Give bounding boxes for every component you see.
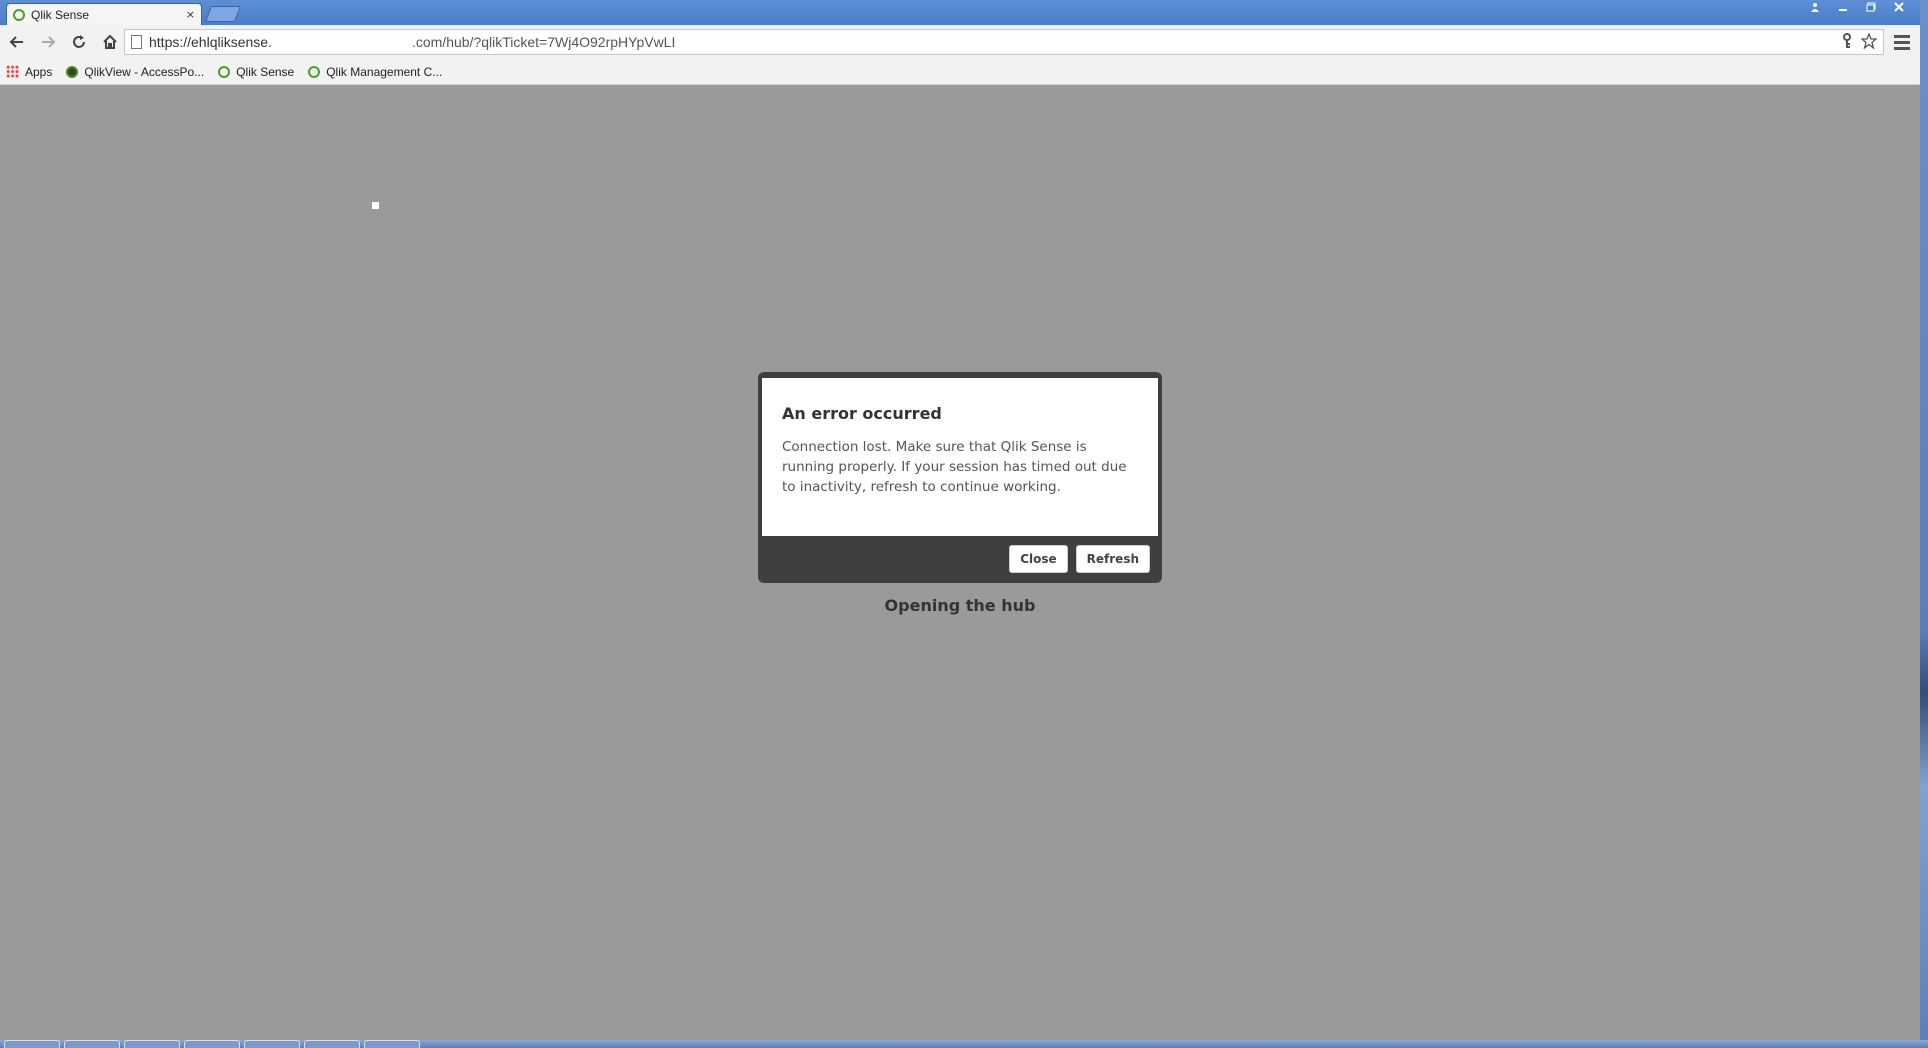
qlikview-icon: [66, 65, 79, 78]
error-dialog-footer: Close Refresh: [762, 536, 1158, 581]
qlik-icon: [308, 65, 321, 78]
forward-button[interactable]: [34, 28, 62, 56]
bookmark-qlikview[interactable]: QlikView - AccessPo...: [66, 65, 204, 79]
home-icon: [103, 34, 117, 49]
window-controls: [1802, 1, 1912, 17]
apps-grid-icon: [6, 65, 19, 78]
url-path: .com/hub/?qlikTicket=7Wj4O92rpHYpVwLI: [411, 34, 676, 50]
taskbar-item[interactable]: [4, 1040, 60, 1048]
forward-arrow-icon: [42, 36, 56, 48]
bookmark-star-icon[interactable]: [1860, 32, 1878, 53]
error-dialog-message: Connection lost. Make sure that Qlik Sen…: [782, 439, 1127, 495]
back-arrow-icon: [9, 36, 23, 48]
page-icon: [131, 35, 142, 49]
key-icon[interactable]: [1841, 33, 1853, 53]
loading-status-text: Opening the hub: [884, 596, 1036, 615]
minimize-icon[interactable]: [1830, 1, 1856, 17]
back-button[interactable]: [3, 28, 31, 56]
qlik-icon: [218, 65, 231, 78]
bookmark-label: QlikView - AccessPo...: [84, 64, 205, 79]
taskbar-item[interactable]: [244, 1040, 300, 1048]
taskbar-item[interactable]: [124, 1040, 180, 1048]
bookmarks-bar: Apps QlikView - AccessPo... Qlik Sense Q…: [0, 59, 1920, 85]
browser-titlebar: Qlik Sense ×: [0, 0, 1920, 25]
reload-icon: [73, 35, 85, 48]
bookmark-apps[interactable]: Apps: [6, 65, 52, 79]
taskbar-item[interactable]: [364, 1040, 420, 1048]
bookmark-label: Apps: [25, 64, 53, 79]
bookmark-qlik-management[interactable]: Qlik Management C...: [308, 65, 442, 79]
person-icon[interactable]: [1802, 1, 1828, 17]
bookmark-label: Qlik Management C...: [326, 64, 443, 79]
address-bar-actions: [1841, 32, 1878, 53]
error-dialog-title: An error occurred: [782, 404, 942, 423]
taskbar-item[interactable]: [184, 1040, 240, 1048]
browser-toolbar: https://ehlqliksense. .com/hub/?qlikTick…: [0, 25, 1920, 59]
desktop-background-strip: [1920, 0, 1928, 1048]
loading-indicator: [372, 202, 379, 209]
bookmark-label: Qlik Sense: [236, 64, 295, 79]
taskbar-item[interactable]: [304, 1040, 360, 1048]
new-tab-button[interactable]: [205, 6, 241, 22]
close-button[interactable]: Close: [1009, 544, 1068, 573]
bookmark-qlik-sense[interactable]: Qlik Sense: [218, 65, 294, 79]
reload-button[interactable]: [65, 28, 93, 56]
chrome-menu-icon[interactable]: [1892, 32, 1912, 52]
home-button[interactable]: [96, 28, 124, 56]
tab-close-icon[interactable]: ×: [186, 8, 195, 21]
windows-taskbar: [0, 1040, 1928, 1048]
close-icon[interactable]: [1886, 1, 1912, 17]
tab-title: Qlik Sense: [31, 7, 90, 22]
error-dialog: An error occurred Connection lost. Make …: [758, 372, 1162, 583]
error-dialog-body: An error occurred Connection lost. Make …: [762, 378, 1158, 536]
address-bar[interactable]: https://ehlqliksense. .com/hub/?qlikTick…: [124, 29, 1884, 55]
restore-icon[interactable]: [1858, 1, 1884, 17]
browser-tab[interactable]: Qlik Sense ×: [6, 3, 202, 25]
qlik-favicon-icon: [13, 8, 25, 21]
taskbar-item[interactable]: [64, 1040, 120, 1048]
refresh-button[interactable]: Refresh: [1075, 544, 1150, 573]
url-host: https://ehlqliksense.: [149, 34, 272, 50]
